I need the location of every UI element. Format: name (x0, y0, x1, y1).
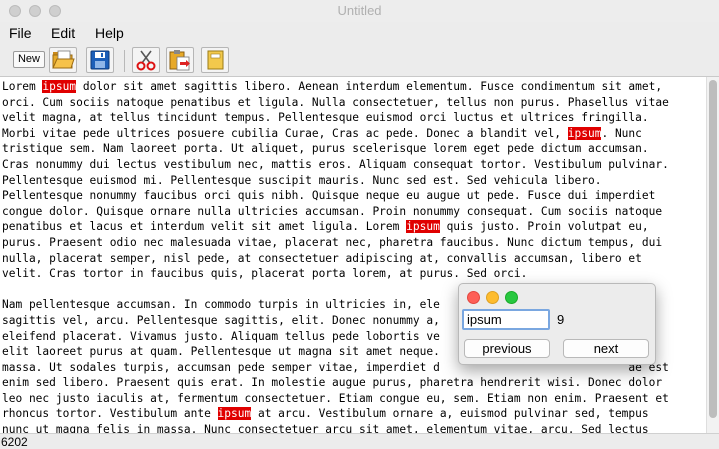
text-segment: penatibus et lacus et interdum velit sit… (2, 220, 407, 234)
text-line: velit. Cras tortor in faucibus quis, pla… (2, 267, 527, 280)
text-line: orci. Cum sociis natoque penatibus et li… (2, 96, 669, 109)
toolbar-separator (124, 50, 125, 72)
text-segment: velit. Cras tortor in faucibus quis, pla… (2, 267, 528, 281)
text-line: leo nec justo iaculis at, fermentum cons… (2, 392, 669, 405)
dialog-zoom-button[interactable] (505, 291, 518, 304)
text-line: Lorem ipsum dolor sit amet sagittis libe… (2, 80, 662, 93)
text-segment: Lorem (2, 80, 43, 93)
text-line: rhoncus tortor. Vestibulum ante ipsum at… (2, 407, 649, 421)
find-input[interactable] (462, 309, 550, 330)
text-segment: Pellentesque nonummy faucibus orci quis … (2, 189, 656, 203)
window-title: Untitled (337, 3, 382, 18)
search-match-highlight: ipsum (42, 80, 77, 93)
text-segment: enim sed libero. Praesent quis erat. In … (2, 376, 663, 390)
text-line: nulla, placerat semper, nisl pede, at co… (2, 252, 642, 265)
menu-file[interactable]: File (9, 25, 32, 41)
text-segment: rhoncus tortor. Vestibulum ante (2, 407, 218, 421)
menu-bar: File Edit Help (0, 22, 719, 44)
text-line: Pellentesque nonummy faucibus orci quis … (2, 189, 655, 202)
text-line: purus. Praesent odio nec malesuada vitae… (2, 236, 662, 249)
text-segment: nunc ut magna felis in massa. Nunc conse… (2, 423, 649, 433)
text-segment: orci. Cum sociis natoque penatibus et li… (2, 95, 669, 109)
previous-button[interactable]: previous (464, 339, 550, 358)
text-segment: leo nec justo iaculis at, fermentum cons… (2, 391, 669, 405)
search-match-highlight: ipsum (217, 407, 252, 421)
text-line: penatibus et lacus et interdum velit sit… (2, 220, 649, 234)
paste-button[interactable] (166, 47, 194, 73)
text-segment: congue dolor. Quisque ornare nulla ultri… (2, 204, 663, 218)
save-button[interactable] (86, 47, 114, 73)
text-line: Cras nonummy dui lectus vestibulum nec, … (2, 158, 669, 171)
text-line: Pellentesque euismod mi. Pellentesque su… (2, 174, 601, 187)
text-segment: Morbi vitae pede ultrices posuere cubili… (2, 126, 568, 140)
menu-edit[interactable]: Edit (51, 25, 75, 41)
paste-icon (169, 50, 190, 71)
search-match-highlight: ipsum (567, 126, 602, 140)
open-button[interactable] (49, 47, 77, 73)
next-button[interactable]: next (563, 339, 649, 358)
cut-button[interactable] (132, 47, 160, 73)
note-icon (207, 50, 224, 70)
text-segment: quis justo. Proin volutpat eu, (439, 220, 649, 234)
text-line: nunc ut magna felis in massa. Nunc conse… (2, 423, 649, 433)
menu-help[interactable]: Help (95, 25, 124, 41)
title-bar: Untitled (0, 0, 719, 23)
scrollbar-thumb[interactable] (709, 80, 717, 418)
dialog-minimize-button[interactable] (486, 291, 499, 304)
dialog-close-button[interactable] (467, 291, 480, 304)
open-folder-icon (52, 50, 75, 69)
note-button[interactable] (201, 47, 229, 73)
new-button[interactable]: New (13, 51, 45, 68)
match-count: 9 (557, 312, 565, 327)
text-segment: velit magna, at tellus tincidunt tempus.… (2, 111, 649, 125)
text-line: Morbi vitae pede ultrices posuere cubili… (2, 126, 642, 140)
text-line: enim sed libero. Praesent quis erat. In … (2, 376, 662, 389)
vertical-scrollbar[interactable] (706, 77, 719, 433)
text-segment: Cras nonummy dui lectus vestibulum nec, … (2, 157, 669, 171)
text-line: tristique sem. Nam laoreet porta. Ut ali… (2, 142, 649, 155)
document-text[interactable]: Lorem ipsum dolor sit amet sagittis libe… (0, 77, 706, 433)
text-segment: tristique sem. Nam laoreet porta. Ut ali… (2, 142, 649, 156)
text-segment: . Nunc (601, 126, 642, 140)
text-editor[interactable]: Lorem ipsum dolor sit amet sagittis libe… (0, 77, 706, 433)
text-segment: purus. Praesent odio nec malesuada vitae… (2, 235, 663, 249)
text-segment: at arcu. Vestibulum ornare a, euismod pu… (251, 407, 649, 421)
text-line: velit magna, at tellus tincidunt tempus.… (2, 111, 649, 124)
status-count: 6202 (1, 435, 28, 449)
find-dialog: 9 previous next (458, 283, 656, 365)
text-line: sagittis vel, arcu. Pellentesque sagitti… (2, 314, 440, 327)
text-segment: dolor sit amet sagittis libero. Aenean i… (76, 80, 663, 93)
status-bar: 6202 (0, 433, 719, 449)
text-segment: sagittis vel, arcu. Pellentesque sagitti… (2, 313, 440, 327)
text-line: Nam pellentesque accumsan. In commodo tu… (2, 298, 440, 311)
search-match-highlight: ipsum (406, 220, 440, 234)
text-segment: Nam pellentesque accumsan. In commodo tu… (2, 298, 440, 312)
text-line: congue dolor. Quisque ornare nulla ultri… (2, 205, 662, 218)
text-segment: nulla, placerat semper, nisl pede, at co… (2, 251, 642, 265)
text-segment: Pellentesque euismod mi. Pellentesque su… (2, 173, 602, 187)
cut-scissors-icon (136, 50, 156, 71)
save-disk-icon (90, 50, 110, 70)
toolbar: New (0, 44, 719, 77)
